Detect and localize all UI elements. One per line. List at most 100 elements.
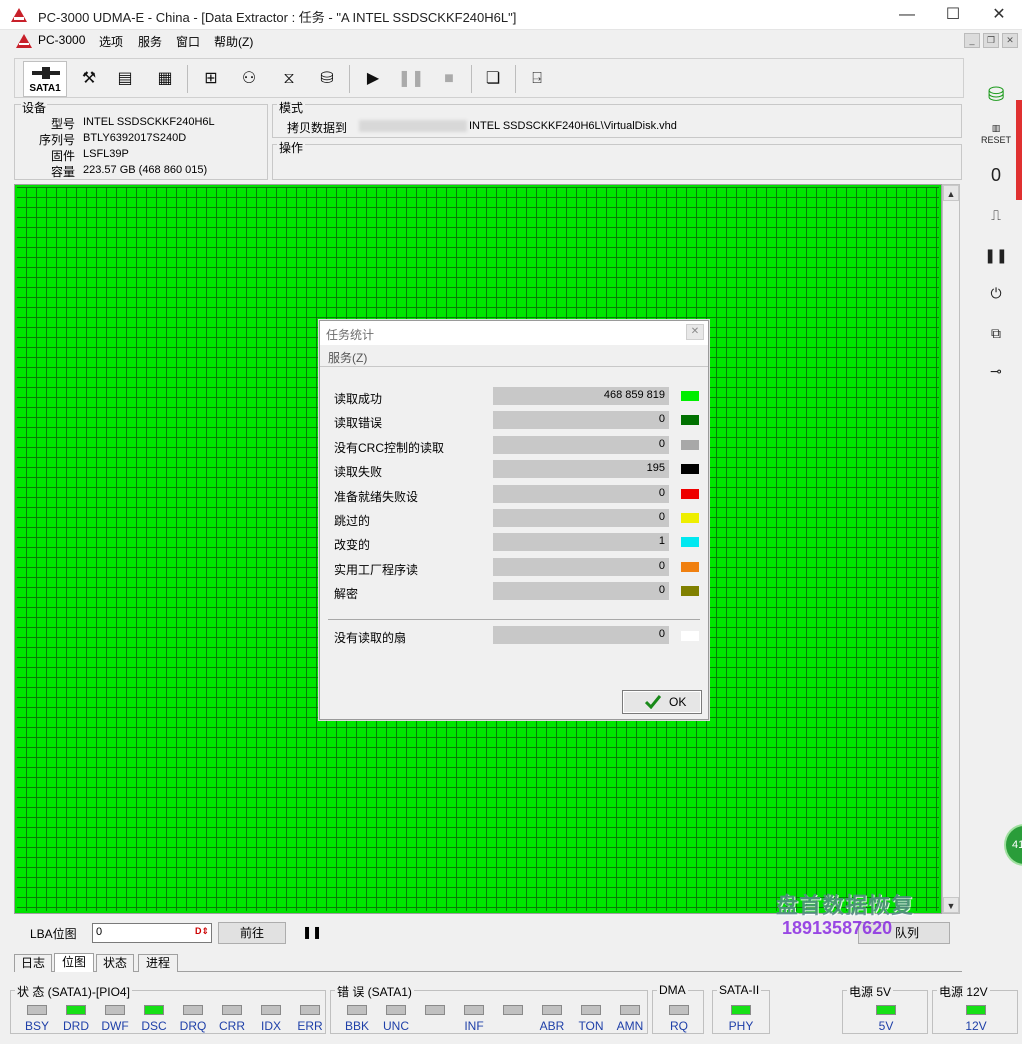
connector-icon[interactable]: ⊸ xyxy=(980,356,1012,386)
maximize-button[interactable]: ☐ xyxy=(930,0,976,30)
minimize-button[interactable]: — xyxy=(884,0,930,30)
sata-port-button[interactable]: SATA1 xyxy=(23,61,67,97)
menu-service[interactable]: 服务 xyxy=(138,33,162,50)
drive-passport-icon[interactable]: ▤ xyxy=(109,63,141,95)
state-led-label: DWF xyxy=(101,1019,129,1033)
power5-led-label: 5V xyxy=(878,1019,894,1033)
stat-value: 0 xyxy=(493,557,669,576)
tab-log[interactable]: 日志 xyxy=(14,954,52,972)
state-led-label: ERR xyxy=(297,1019,323,1033)
capacity-value: 223.57 GB (468 860 015) xyxy=(83,164,208,176)
stat-color-swatch xyxy=(681,439,699,450)
play-icon[interactable]: ▶ xyxy=(357,63,389,95)
error-led-label: TON xyxy=(578,1019,604,1033)
menu-help[interactable]: 帮助(Z) xyxy=(214,33,253,50)
error-led xyxy=(620,1005,640,1015)
pause-side-icon[interactable]: ❚❚ xyxy=(980,240,1012,270)
map-scrollbar[interactable]: ▲ ▼ xyxy=(942,184,960,914)
windows-cascade-icon[interactable]: ❏ xyxy=(477,63,509,95)
ok-button-label: OK xyxy=(669,695,687,709)
dma-led-label: RQ xyxy=(670,1019,688,1033)
ok-button[interactable]: OK xyxy=(622,690,702,714)
app-logo-icon xyxy=(16,34,32,48)
capacity-label: 容量 xyxy=(50,165,75,179)
tab-status[interactable]: 状态 xyxy=(96,954,134,972)
dialog-menu-service[interactable]: 服务(Z) xyxy=(328,349,367,366)
stop-icon[interactable]: ■ xyxy=(433,63,465,95)
tools-icon[interactable]: ⚒ xyxy=(73,63,105,95)
disk-copy-icon[interactable]: ⛁ xyxy=(311,63,343,95)
stat-value: 0 xyxy=(493,435,669,454)
state-led-label: CRR xyxy=(219,1019,245,1033)
exit-icon[interactable]: ⍈ xyxy=(521,63,553,95)
scanner-icon[interactable]: ⧖ xyxy=(273,63,305,95)
mdi-minimize-button[interactable]: _ xyxy=(964,33,980,48)
mdi-close-button[interactable]: ✕ xyxy=(1002,33,1018,48)
tab-bitmap[interactable]: 位图 xyxy=(54,953,94,972)
stat-label: 读取成功 xyxy=(334,392,383,406)
map-pause-icon[interactable]: ❚❚ xyxy=(302,925,322,939)
close-button[interactable]: ✕ xyxy=(976,0,1022,30)
dialog-close-icon[interactable]: ✕ xyxy=(686,324,704,340)
stat-label: 实用工厂程序读 xyxy=(334,562,419,577)
sata-port-label: SATA1 xyxy=(29,83,61,94)
side-badge[interactable]: 41 xyxy=(1004,824,1022,866)
mode-text-suffix: INTEL SSDSCKKF240H6L\VirtualDisk.vhd xyxy=(469,120,677,132)
mdi-restore-button[interactable]: ❐ xyxy=(983,33,999,48)
device-panel-title: 设备 xyxy=(21,99,48,116)
go-button[interactable]: 前往 xyxy=(218,922,286,944)
tab-process[interactable]: 进程 xyxy=(138,954,178,972)
power5-group: 电源 5V 5V xyxy=(842,983,928,1034)
menu-options[interactable]: 选项 xyxy=(99,33,123,50)
stat-label: 读取错误 xyxy=(334,416,383,431)
state-led xyxy=(66,1005,86,1015)
state-led-label: IDX xyxy=(260,1019,281,1033)
toolbar-separator xyxy=(515,65,516,93)
power5-led xyxy=(876,1005,896,1015)
power5-group-title: 电源 5V xyxy=(847,983,894,1000)
lba-input[interactable]: 0 D⇕ xyxy=(92,923,212,943)
pause-icon[interactable]: ❚❚ xyxy=(395,63,427,95)
stat-value: 195 xyxy=(493,460,669,479)
dma-group-title: DMA xyxy=(657,983,688,997)
error-led-label: ABR xyxy=(539,1019,565,1033)
stat-color-swatch xyxy=(681,561,699,572)
database-green-icon[interactable]: ⛁ xyxy=(980,80,1012,110)
scroll-down-arrow-icon[interactable]: ▼ xyxy=(943,897,959,913)
unread-swatch xyxy=(681,631,699,641)
stat-value: 0 xyxy=(493,509,669,527)
unread-label: 没有读取的扇 xyxy=(334,631,407,645)
scroll-up-arrow-icon[interactable]: ▲ xyxy=(943,185,959,201)
binoculars-icon[interactable]: ⚇ xyxy=(233,63,265,95)
tree-structure-icon[interactable]: ⊞ xyxy=(195,63,227,95)
error-led-label: BBK xyxy=(344,1019,369,1033)
state-led xyxy=(261,1005,281,1015)
toolbar-separator xyxy=(471,65,472,93)
toolbar-separator xyxy=(349,65,350,93)
sata-group: SATA-II PHY xyxy=(712,983,770,1034)
menu-window[interactable]: 窗口 xyxy=(176,33,200,50)
state-led xyxy=(183,1005,203,1015)
sata-connector-icon xyxy=(32,67,60,79)
power-off-icon[interactable]: ⏻ xyxy=(980,278,1012,308)
device-panel: 设备 型号 INTEL SSDSCKKF240H6L 序列号 BTLY63920… xyxy=(14,99,268,180)
state-led-label: DRD xyxy=(63,1019,89,1033)
phy-led-label: PHY xyxy=(728,1019,754,1033)
dec-toggle-icon[interactable]: D⇕ xyxy=(195,926,209,937)
state-led xyxy=(27,1005,47,1015)
menu-pc3000[interactable]: PC-3000 xyxy=(38,33,85,47)
app-logo-icon xyxy=(11,8,27,22)
power12-led-label: 12V xyxy=(965,1019,987,1033)
title-bar: PC-3000 UDMA-E - China - [Data Extractor… xyxy=(0,0,1022,30)
task-statistics-dialog: 任务统计 ✕ 服务(Z) 读取成功 468 859 819 读取错误 0 没有CRC控制… xyxy=(319,320,709,720)
dialog-divider xyxy=(328,619,700,620)
reset-icon[interactable]: ▥ RESET xyxy=(980,122,1012,152)
operation-panel: 操作 xyxy=(272,139,962,180)
switch-icon[interactable]: ⎍ xyxy=(980,200,1012,230)
percent-test-icon[interactable]: ▦ xyxy=(149,63,181,95)
stat-color-swatch xyxy=(681,415,699,426)
stat-color-swatch xyxy=(681,586,699,597)
zero-power-icon[interactable]: 0 xyxy=(980,160,1012,190)
operation-panel-title: 操作 xyxy=(277,139,306,156)
remove-device-icon[interactable]: ⧉ xyxy=(980,318,1012,348)
